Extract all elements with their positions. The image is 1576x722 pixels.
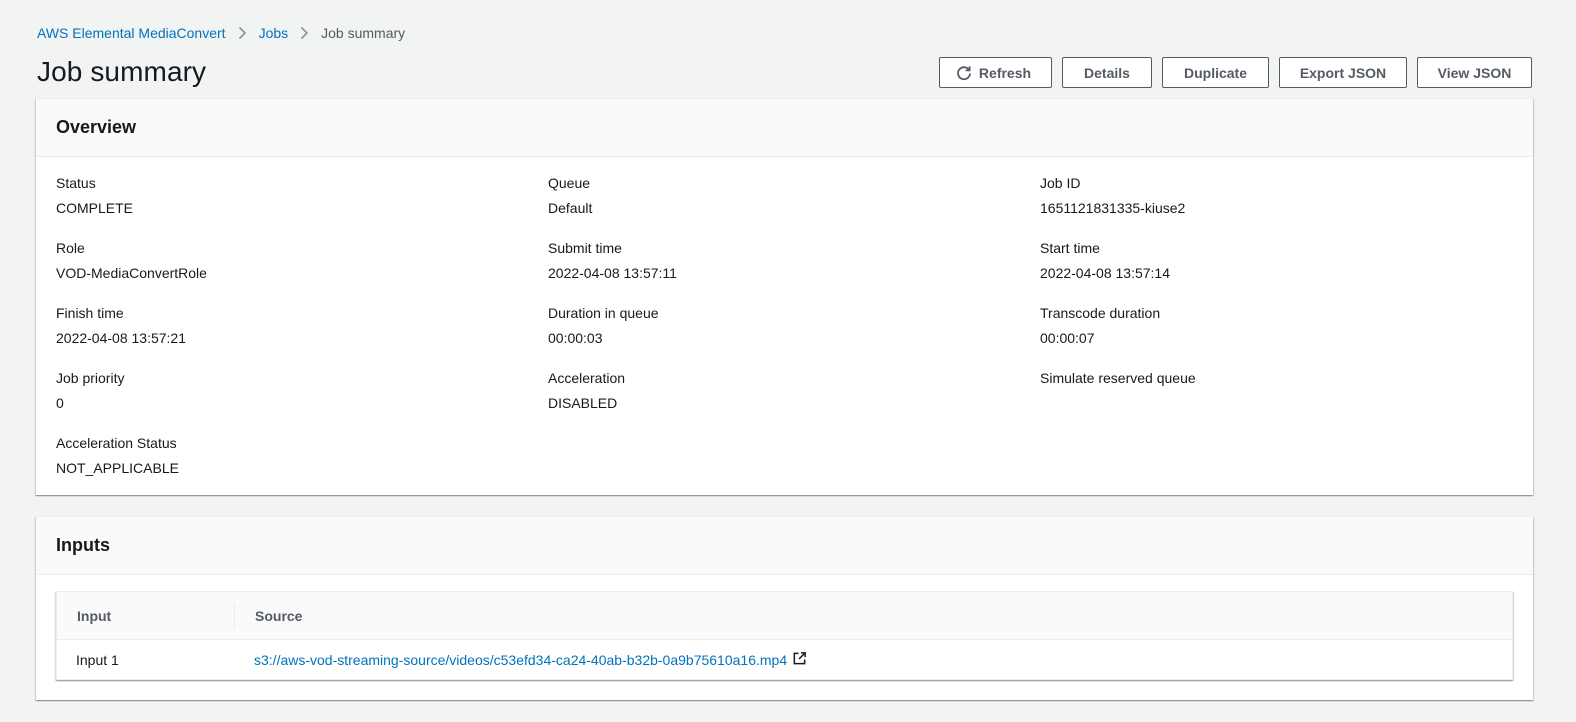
breadcrumb-jobs-link[interactable]: Jobs: [259, 25, 289, 41]
overview-panel: Overview Status COMPLETE Queue Default J…: [36, 98, 1533, 495]
refresh-button[interactable]: Refresh: [939, 57, 1052, 88]
view-json-button[interactable]: View JSON: [1417, 57, 1532, 88]
field-duration-in-queue: Duration in queue 00:00:03: [548, 304, 659, 347]
field-label: Duration in queue: [548, 305, 659, 321]
column-header-input: Input: [77, 607, 112, 624]
details-button[interactable]: Details: [1062, 57, 1152, 88]
field-finish-time: Finish time 2022-04-08 13:57:21: [56, 304, 186, 347]
source-cell: s3://aws-vod-streaming-source/videos/c53…: [254, 651, 807, 669]
field-acceleration-status: Acceleration Status NOT_APPLICABLE: [56, 434, 179, 477]
page-title: Job summary: [37, 56, 207, 87]
field-value: 2022-04-08 13:57:14: [1040, 265, 1170, 281]
inputs-title: Inputs: [56, 535, 110, 555]
refresh-icon: [956, 65, 972, 81]
field-value: 00:00:03: [548, 330, 603, 346]
field-label: Submit time: [548, 240, 622, 256]
field-label: Role: [56, 240, 85, 256]
refresh-button-label: Refresh: [978, 64, 1032, 81]
overview-header: Overview: [36, 99, 1533, 157]
field-queue: Queue Default: [548, 174, 592, 217]
field-status: Status COMPLETE: [56, 174, 133, 217]
field-value: 00:00:07: [1040, 330, 1095, 346]
field-label: Simulate reserved queue: [1040, 370, 1196, 386]
field-value: DISABLED: [548, 395, 618, 411]
table-header: Input Source: [57, 592, 1512, 640]
field-transcode-duration: Transcode duration 00:00:07: [1040, 304, 1160, 347]
field-label: Job ID: [1040, 175, 1081, 191]
field-value: 1651121831335-kiuse2: [1040, 200, 1186, 216]
chevron-right-icon: [238, 26, 247, 40]
input-name-cell: Input 1: [76, 652, 119, 668]
export-json-button[interactable]: Export JSON: [1279, 57, 1407, 88]
header-actions: Refresh Details Duplicate Export JSON Vi…: [939, 57, 1532, 88]
inputs-header: Inputs: [36, 517, 1533, 575]
field-acceleration: Acceleration DISABLED: [548, 369, 625, 412]
column-divider: [234, 604, 235, 628]
field-value: 0: [56, 395, 64, 411]
chevron-right-icon: [300, 26, 309, 40]
field-value: COMPLETE: [56, 200, 134, 216]
duplicate-button[interactable]: Duplicate: [1162, 57, 1269, 88]
field-simulate-reserved-queue: Simulate reserved queue: [1040, 369, 1196, 394]
overview-title: Overview: [56, 117, 137, 137]
field-label: Acceleration: [548, 370, 626, 386]
field-start-time: Start time 2022-04-08 13:57:14: [1040, 239, 1170, 282]
inputs-panel: Inputs Input Source Input 1 s3://aws-vod…: [36, 516, 1533, 700]
breadcrumb-current: Job summary: [321, 25, 406, 41]
field-submit-time: Submit time 2022-04-08 13:57:11: [548, 239, 677, 282]
field-value: Default: [548, 200, 593, 216]
field-job-priority: Job priority 0: [56, 369, 124, 412]
external-link-icon[interactable]: [792, 651, 807, 669]
field-label: Status: [56, 175, 96, 191]
field-job-id: Job ID 1651121831335-kiuse2: [1040, 174, 1185, 217]
field-label: Job priority: [56, 370, 125, 386]
inputs-table: Input Source Input 1 s3://aws-vod-stream…: [56, 591, 1513, 680]
field-label: Acceleration Status: [56, 435, 177, 451]
field-label: Finish time: [56, 305, 124, 321]
breadcrumb: AWS Elemental MediaConvert Jobs Job summ…: [37, 24, 405, 42]
field-label: Start time: [1040, 240, 1100, 256]
source-link[interactable]: s3://aws-vod-streaming-source/videos/c53…: [254, 652, 787, 668]
field-label: Queue: [548, 175, 591, 191]
field-value: VOD-MediaConvertRole: [56, 265, 207, 281]
column-header-source: Source: [255, 607, 303, 624]
breadcrumb-mediaconvert-link[interactable]: AWS Elemental MediaConvert: [37, 25, 226, 41]
field-value: NOT_APPLICABLE: [56, 460, 179, 476]
field-label: Transcode duration: [1040, 305, 1161, 321]
field-value: 2022-04-08 13:57:11: [548, 265, 677, 281]
field-role: Role VOD-MediaConvertRole: [56, 239, 207, 282]
table-row: Input 1 s3://aws-vod-streaming-source/vi…: [57, 640, 1512, 680]
field-value: 2022-04-08 13:57:21: [56, 330, 186, 346]
